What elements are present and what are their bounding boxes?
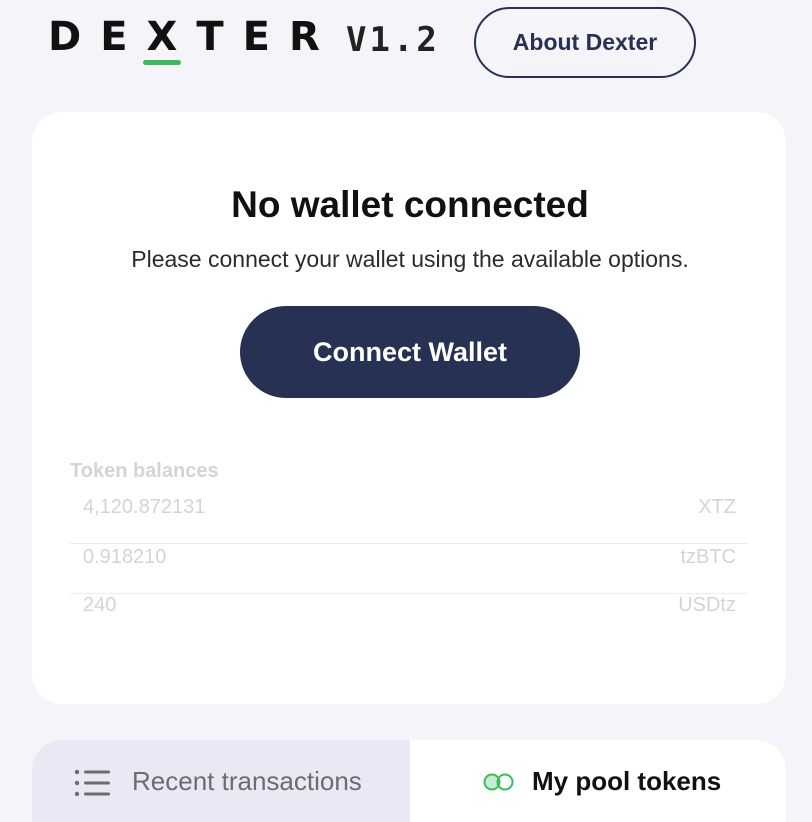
- connect-wallet-button[interactable]: Connect Wallet: [240, 306, 580, 398]
- tab-recent-transactions[interactable]: Recent transactions: [32, 740, 410, 822]
- balance-token: tzBTC: [680, 546, 736, 568]
- balance-row: 240 USDtz: [70, 594, 748, 642]
- dexter-logo[interactable]: DEXTER: [48, 14, 339, 60]
- bottom-tabs: Recent transactions My pool tokens: [32, 740, 786, 822]
- balance-amount: 4,120.872131: [83, 496, 206, 518]
- logo-underline-accent: [143, 60, 181, 65]
- wallet-status-description: Please connect your wallet using the ava…: [131, 246, 689, 272]
- balance-amount: 240: [83, 594, 117, 616]
- about-dexter-button[interactable]: About Dexter: [474, 7, 696, 78]
- wallet-status-title: No wallet connected: [231, 184, 589, 225]
- balance-row: 4,120.872131 XTZ: [70, 496, 748, 544]
- app-header: DEXTER V1.2 About Dexter: [0, 0, 812, 100]
- list-icon: [74, 769, 110, 797]
- balance-row: 0.918210 tzBTC: [70, 546, 748, 594]
- tab-my-pool-tokens-label: My pool tokens: [532, 766, 722, 796]
- tab-recent-transactions-label: Recent transactions: [132, 766, 362, 796]
- balance-token: USDtz: [678, 594, 736, 616]
- balance-token: XTZ: [698, 496, 736, 518]
- tab-my-pool-tokens[interactable]: My pool tokens: [410, 740, 786, 822]
- version-label: V1.2: [346, 20, 440, 60]
- token-balances-label: Token balances: [70, 460, 219, 482]
- balance-amount: 0.918210: [83, 546, 167, 568]
- pool-tokens-icon: [483, 773, 514, 791]
